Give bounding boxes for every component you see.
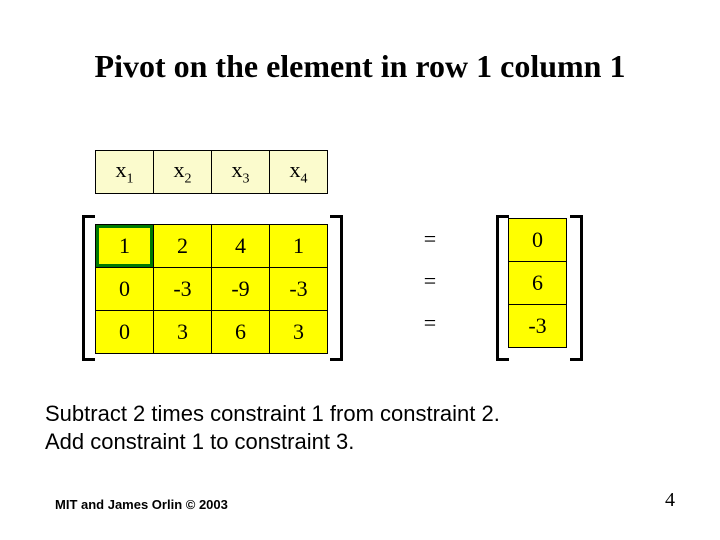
cell: 1: [270, 225, 328, 268]
header-row: x1 x2 x3 x4: [96, 151, 328, 194]
equals-column: = = =: [415, 218, 445, 344]
rhs-table: 0 6 -3: [508, 218, 567, 348]
cell: -3: [154, 268, 212, 311]
matrix-area: x1 x2 x3 x4 1 2 4 1 0 -3 -9 -3 0 3 6: [95, 150, 328, 354]
cell: 3: [154, 311, 212, 354]
rhs-cell: 6: [509, 262, 567, 305]
var-header-x1: x1: [96, 151, 154, 194]
spacer: [96, 194, 328, 225]
right-bracket-main: [330, 215, 343, 361]
body-line-2: Add constraint 1 to constraint 3.: [45, 428, 500, 456]
right-bracket-rhs: [570, 215, 583, 361]
left-bracket-main: [82, 215, 95, 361]
rhs-cell: -3: [509, 305, 567, 348]
matrix-row-2: 0 -3 -9 -3: [96, 268, 328, 311]
cell: 3: [270, 311, 328, 354]
page-number: 4: [665, 489, 675, 512]
body-text: Subtract 2 times constraint 1 from const…: [45, 400, 500, 455]
rhs-area: 0 6 -3: [508, 218, 567, 348]
equals-sign: =: [415, 260, 445, 302]
matrix-row-3: 0 3 6 3: [96, 311, 328, 354]
rhs-cell: 0: [509, 219, 567, 262]
equals-sign: =: [415, 302, 445, 344]
slide-title: Pivot on the element in row 1 column 1: [0, 48, 720, 85]
cell: -3: [270, 268, 328, 311]
matrix-row-1: 1 2 4 1: [96, 225, 328, 268]
cell: 4: [212, 225, 270, 268]
var-header-x4: x4: [270, 151, 328, 194]
equals-sign: =: [415, 218, 445, 260]
cell: 2: [154, 225, 212, 268]
cell: -9: [212, 268, 270, 311]
cell: 0: [96, 268, 154, 311]
pivot-cell: 1: [96, 225, 154, 268]
cell: 0: [96, 311, 154, 354]
slide: Pivot on the element in row 1 column 1 x…: [0, 0, 720, 540]
var-header-x2: x2: [154, 151, 212, 194]
body-line-1: Subtract 2 times constraint 1 from const…: [45, 400, 500, 428]
var-header-x3: x3: [212, 151, 270, 194]
variable-matrix-table: x1 x2 x3 x4 1 2 4 1 0 -3 -9 -3 0 3 6: [95, 150, 328, 354]
cell: 6: [212, 311, 270, 354]
footer-credits: MIT and James Orlin © 2003: [55, 497, 228, 512]
